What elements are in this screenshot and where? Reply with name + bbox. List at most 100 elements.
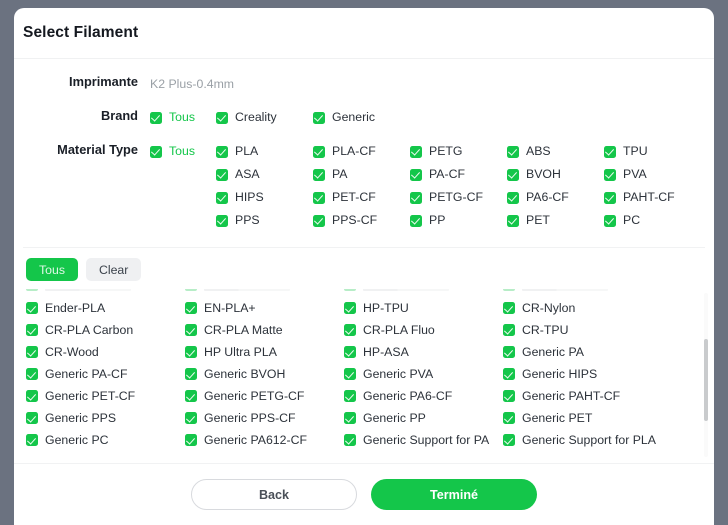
material-checkbox[interactable]: PET [507, 213, 604, 228]
material-checkbox[interactable]: PA [313, 167, 410, 182]
list-item[interactable]: CR-PLA Fluo [344, 323, 503, 338]
checkbox-checked-icon[interactable] [604, 168, 616, 181]
material-checkbox[interactable]: PPS [216, 213, 313, 228]
checkbox-checked-icon[interactable] [216, 145, 228, 158]
checkbox-checked-icon[interactable] [313, 145, 325, 158]
list-item[interactable]: Generic PA [503, 345, 662, 360]
list-item[interactable]: HP-ASA [344, 345, 503, 360]
checkbox-checked-icon[interactable] [344, 346, 356, 358]
list-item[interactable]: Generic Support for PLA [503, 433, 662, 448]
checkbox-checked-icon[interactable] [503, 412, 515, 424]
filament-list-scroll-area[interactable]: Ender-PLA EN-PLA+ HP-TPU CR-Nylon CR-PLA… [26, 289, 714, 463]
checkbox-checked-icon[interactable] [26, 368, 38, 380]
checkbox-checked-icon[interactable] [26, 434, 38, 446]
checkbox-checked-icon[interactable] [185, 346, 197, 358]
material-checkbox[interactable]: TPU [604, 144, 701, 159]
checkbox-checked-icon[interactable] [503, 302, 515, 314]
list-item[interactable]: Generic BVOH [185, 367, 344, 382]
checkbox-checked-icon[interactable] [410, 168, 422, 181]
checkbox-checked-icon[interactable] [503, 434, 515, 446]
material-checkbox[interactable]: PPS-CF [313, 213, 410, 228]
material-checkbox[interactable]: PA6-CF [507, 190, 604, 205]
list-item[interactable]: CR-Wood [26, 345, 185, 360]
material-checkbox[interactable]: HIPS [216, 190, 313, 205]
checkbox-checked-icon[interactable] [507, 168, 519, 181]
brand-checkbox-generic[interactable]: Generic [313, 110, 410, 125]
checkbox-checked-icon[interactable] [604, 145, 616, 158]
checkbox-checked-icon[interactable] [150, 145, 162, 158]
list-item[interactable]: Generic PETG-CF [185, 389, 344, 404]
list-item[interactable]: Generic PAHT-CF [503, 389, 662, 404]
material-checkbox[interactable]: PC [604, 213, 701, 228]
list-item[interactable]: Generic PP [344, 411, 503, 426]
checkbox-checked-icon[interactable] [185, 368, 197, 380]
material-checkbox[interactable]: ABS [507, 144, 604, 159]
list-item[interactable]: Generic PA-CF [26, 367, 185, 382]
checkbox-checked-icon[interactable] [313, 214, 325, 227]
checkbox-checked-icon[interactable] [344, 434, 356, 446]
list-item[interactable]: CR-Nylon [503, 301, 662, 316]
brand-checkbox-creality[interactable]: Creality [216, 110, 313, 125]
material-checkbox[interactable]: BVOH [507, 167, 604, 182]
list-item[interactable]: CR-PLA Carbon [26, 323, 185, 338]
checkbox-checked-icon[interactable] [216, 191, 228, 204]
checkbox-checked-icon[interactable] [604, 191, 616, 204]
checkbox-checked-icon[interactable] [26, 412, 38, 424]
list-item[interactable]: CR-PLA Matte [185, 323, 344, 338]
material-checkbox[interactable]: PA-CF [410, 167, 507, 182]
list-item[interactable]: HP-TPU [344, 301, 503, 316]
checkbox-checked-icon[interactable] [313, 111, 325, 124]
checkbox-checked-icon[interactable] [185, 302, 197, 314]
clear-button[interactable]: Clear [85, 258, 142, 281]
checkbox-checked-icon[interactable] [216, 111, 228, 124]
checkbox-checked-icon[interactable] [503, 324, 515, 336]
checkbox-checked-icon[interactable] [507, 145, 519, 158]
brand-checkbox-tous[interactable]: Tous [150, 110, 216, 125]
material-checkbox[interactable]: PETG-CF [410, 190, 507, 205]
done-button[interactable]: Terminé [371, 479, 537, 510]
checkbox-checked-icon[interactable] [26, 346, 38, 358]
select-all-button[interactable]: Tous [26, 258, 78, 281]
material-checkbox[interactable]: PETG [410, 144, 507, 159]
checkbox-checked-icon[interactable] [150, 111, 162, 124]
list-item[interactable]: Generic PET [503, 411, 662, 426]
checkbox-checked-icon[interactable] [344, 390, 356, 402]
checkbox-checked-icon[interactable] [344, 302, 356, 314]
checkbox-checked-icon[interactable] [216, 168, 228, 181]
checkbox-checked-icon[interactable] [185, 434, 197, 446]
checkbox-checked-icon[interactable] [344, 368, 356, 380]
checkbox-checked-icon[interactable] [503, 368, 515, 380]
checkbox-checked-icon[interactable] [185, 412, 197, 424]
material-checkbox[interactable]: PET-CF [313, 190, 410, 205]
checkbox-checked-icon[interactable] [503, 390, 515, 402]
checkbox-checked-icon[interactable] [26, 302, 38, 314]
checkbox-checked-icon[interactable] [313, 191, 325, 204]
checkbox-checked-icon[interactable] [604, 214, 616, 227]
checkbox-checked-icon[interactable] [507, 214, 519, 227]
material-checkbox[interactable]: PVA [604, 167, 701, 182]
list-item[interactable]: Generic PPS-CF [185, 411, 344, 426]
list-item[interactable]: Generic PPS [26, 411, 185, 426]
checkbox-checked-icon[interactable] [185, 324, 197, 336]
list-item[interactable]: HP Ultra PLA [185, 345, 344, 360]
checkbox-checked-icon[interactable] [216, 214, 228, 227]
material-checkbox[interactable]: PLA-CF [313, 144, 410, 159]
checkbox-checked-icon[interactable] [26, 390, 38, 402]
checkbox-checked-icon[interactable] [410, 191, 422, 204]
material-checkbox-tous[interactable]: Tous [150, 144, 216, 159]
list-item[interactable]: Generic HIPS [503, 367, 662, 382]
checkbox-checked-icon[interactable] [26, 324, 38, 336]
list-scrollbar[interactable] [704, 293, 708, 457]
material-checkbox[interactable]: PAHT-CF [604, 190, 701, 205]
list-item[interactable]: Generic PA6-CF [344, 389, 503, 404]
material-checkbox[interactable]: PP [410, 213, 507, 228]
list-item[interactable]: Generic PET-CF [26, 389, 185, 404]
list-item[interactable]: Generic Support for PA [344, 433, 503, 448]
checkbox-checked-icon[interactable] [313, 168, 325, 181]
material-checkbox[interactable]: PLA [216, 144, 313, 159]
list-item[interactable]: Generic PVA [344, 367, 503, 382]
list-item[interactable]: Generic PA612-CF [185, 433, 344, 448]
list-item[interactable]: Generic PC [26, 433, 185, 448]
list-item[interactable]: Ender-PLA [26, 301, 185, 316]
list-item[interactable]: CR-TPU [503, 323, 662, 338]
